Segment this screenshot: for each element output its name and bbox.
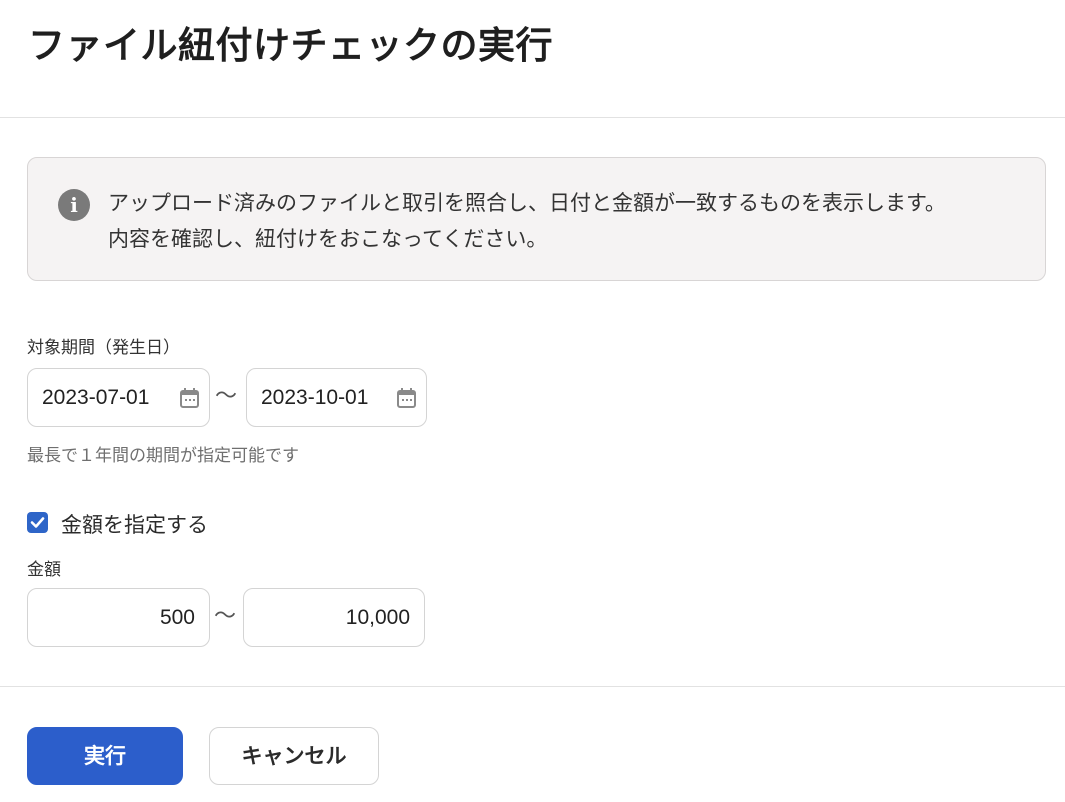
- amount-checkbox-label[interactable]: 金額を指定する: [61, 509, 208, 539]
- calendar-icon[interactable]: [397, 388, 416, 408]
- amount-from-value: 500: [159, 606, 195, 629]
- amount-to-value: 10,000: [345, 606, 410, 629]
- date-range-separator: 〜: [215, 384, 238, 409]
- info-line-2: 内容を確認し、紐付けをおこなってください。: [108, 227, 548, 251]
- amount-checkbox[interactable]: [27, 512, 48, 533]
- calendar-icon[interactable]: [180, 388, 199, 408]
- amount-label: 金額: [27, 560, 61, 580]
- amount-range-separator: 〜: [214, 604, 237, 629]
- date-to-value: 2023-10-01: [261, 386, 369, 409]
- amount-to-input[interactable]: 10,000: [243, 588, 425, 647]
- period-hint: 最長で１年間の期間が指定可能です: [27, 446, 299, 466]
- info-message: アップロード済みのファイルと取引を照合し、日付と金額が一致するものを表示します。…: [108, 185, 1038, 257]
- run-button[interactable]: 実行: [27, 727, 183, 785]
- info-line-1: アップロード済みのファイルと取引を照合し、日付と金額が一致するものを表示します。: [108, 191, 946, 215]
- cancel-button[interactable]: キャンセル: [209, 727, 379, 785]
- check-icon: [30, 517, 45, 528]
- date-from-value: 2023-07-01: [42, 386, 150, 409]
- date-from-input[interactable]: 2023-07-01: [27, 368, 210, 427]
- date-to-input[interactable]: 2023-10-01: [246, 368, 427, 427]
- footer-divider: [0, 686, 1065, 687]
- period-label: 対象期間（発生日）: [27, 338, 180, 358]
- info-icon: i: [58, 189, 90, 221]
- amount-from-input[interactable]: 500: [27, 588, 210, 647]
- header-divider: [0, 117, 1065, 118]
- info-box: i アップロード済みのファイルと取引を照合し、日付と金額が一致するものを表示しま…: [27, 157, 1046, 281]
- page-title: ファイル紐付けチェックの実行: [28, 24, 553, 67]
